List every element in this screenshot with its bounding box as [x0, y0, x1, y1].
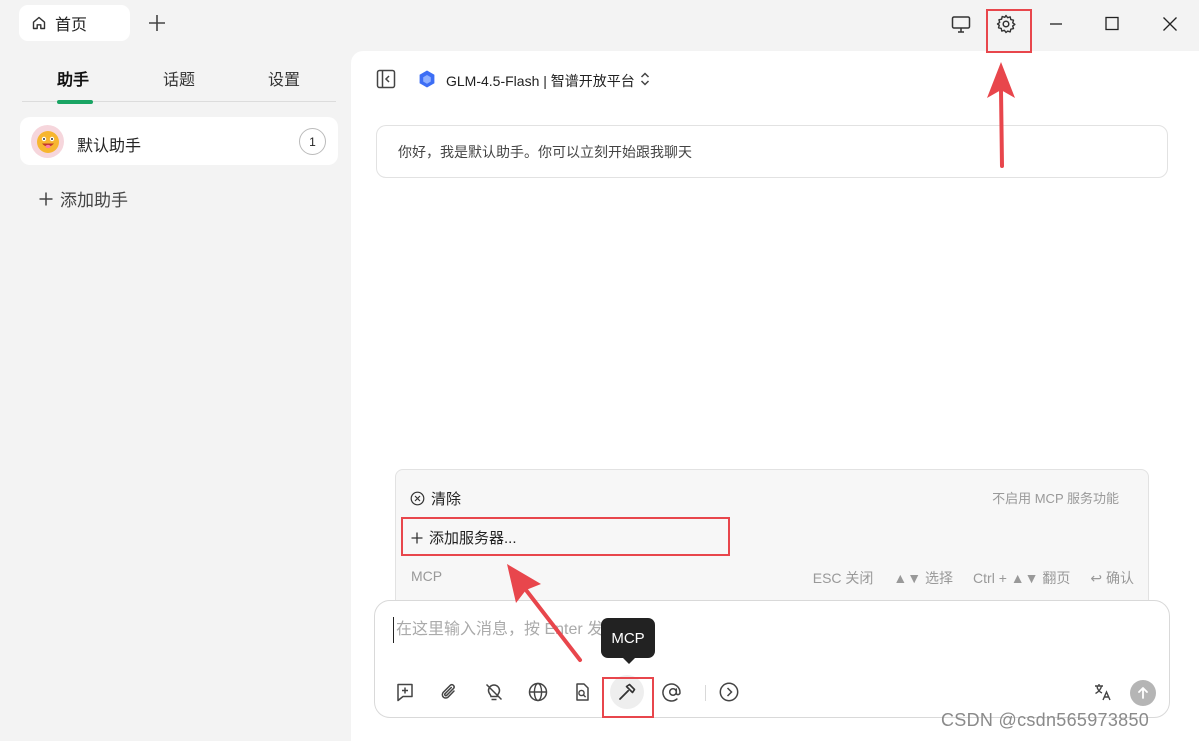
close-button[interactable]	[1159, 13, 1181, 35]
mention-icon	[662, 683, 681, 702]
maximize-button[interactable]	[1101, 13, 1123, 35]
hint-esc-close: ESC 关闭	[812, 570, 874, 586]
tab-home[interactable]: 首页	[19, 5, 130, 41]
more-icon	[719, 682, 739, 702]
circle-x-icon	[410, 491, 425, 506]
mcp-clear-option[interactable]: 清除	[410, 488, 461, 509]
chat-panel: GLM-4.5-Flash | 智谱开放平台 你好，我是默认助手。你可以立刻开始…	[351, 51, 1199, 741]
lightbulb-off-icon	[485, 683, 503, 701]
minimize-icon	[1050, 23, 1062, 25]
model-selector[interactable]: GLM-4.5-Flash | 智谱开放平台	[446, 71, 635, 91]
active-tab-indicator	[57, 100, 93, 104]
sidebar-tab-settings[interactable]: 设置	[268, 66, 300, 90]
mcp-clear-label: 清除	[431, 491, 462, 508]
toggle-sidebar-button[interactable]	[375, 68, 397, 90]
send-button[interactable]	[1130, 680, 1156, 706]
message-composer	[374, 600, 1170, 718]
topic-count-badge: 1	[299, 128, 326, 155]
assistant-name: 默认助手	[77, 138, 142, 155]
mention-model-button[interactable]	[660, 679, 686, 705]
add-assistant-button[interactable]: 添加助手	[38, 186, 128, 211]
attachment-button[interactable]	[436, 679, 462, 705]
hint-select: ▲▼ 选择	[893, 570, 954, 586]
new-topic-icon	[397, 683, 413, 702]
mcp-keyboard-hints: ESC 关闭 ▲▼ 选择 Ctrl + ▲▼ 翻页 ↩ 确认	[813, 568, 1134, 588]
translate-button[interactable]	[1090, 679, 1116, 705]
sidebar-tab-topics[interactable]: 话题	[163, 66, 195, 90]
new-tab-button[interactable]	[146, 12, 168, 34]
sidebar-tab-assistants[interactable]: 助手	[57, 66, 89, 90]
highlight-mcp-button-box	[602, 677, 654, 718]
web-search-button[interactable]	[525, 679, 551, 705]
assistant-list-item[interactable]: 默认助手 1	[20, 117, 338, 165]
knowledge-base-button[interactable]	[569, 679, 595, 705]
hint-confirm: ↩ 确认	[1090, 570, 1134, 586]
home-icon	[31, 15, 47, 31]
message-input[interactable]	[393, 617, 993, 643]
minimize-button[interactable]	[1045, 13, 1067, 35]
monitor-icon	[951, 16, 971, 33]
chevron-updown-icon[interactable]	[637, 70, 653, 88]
add-assistant-label: 添加助手	[60, 191, 128, 210]
monitor-button[interactable]	[950, 13, 972, 35]
thinking-toggle-button[interactable]	[481, 679, 507, 705]
smiley-avatar-icon	[36, 130, 59, 153]
send-icon	[1138, 687, 1148, 699]
tooltip-arrow	[622, 657, 636, 664]
mcp-section-label: MCP	[411, 568, 443, 584]
translate-icon	[1095, 684, 1111, 701]
hint-page: Ctrl + ▲▼ 翻页	[973, 570, 1071, 586]
new-topic-button[interactable]	[392, 679, 418, 705]
attachment-icon	[441, 683, 455, 699]
plus-icon	[149, 15, 165, 31]
watermark: CSDN @csdn565973850	[941, 710, 1150, 730]
knowledge-icon	[576, 683, 589, 701]
mcp-tooltip: MCP	[601, 618, 655, 658]
close-icon	[1163, 17, 1177, 31]
highlight-add-server-box	[401, 517, 730, 556]
sidebar-toggle-icon	[376, 69, 396, 89]
tab-home-label: 首页	[55, 17, 88, 34]
highlight-settings-box	[986, 9, 1032, 53]
more-tools-button[interactable]	[716, 679, 742, 705]
globe-icon	[528, 682, 548, 702]
maximize-icon	[1105, 16, 1119, 31]
assistant-greeting-message: 你好，我是默认助手。你可以立刻开始跟我聊天	[376, 125, 1168, 178]
plus-icon	[39, 192, 53, 205]
toolbar-divider	[705, 685, 706, 701]
mcp-disabled-hint: 不启用 MCP 服务功能	[992, 491, 1119, 506]
avatar	[31, 125, 64, 158]
zhipu-logo-icon	[417, 69, 437, 89]
